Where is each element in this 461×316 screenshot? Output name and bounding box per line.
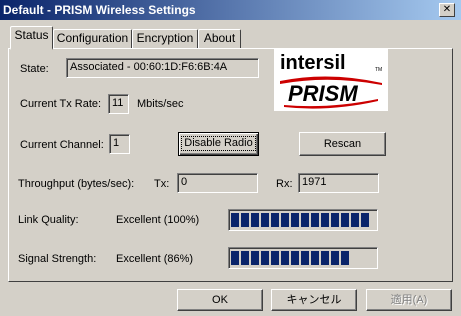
rescan-label: Rescan xyxy=(323,138,362,150)
meter-segment xyxy=(341,251,349,265)
tab-label: Status xyxy=(14,28,49,42)
meter-segment xyxy=(331,213,339,227)
meter-segment xyxy=(311,251,319,265)
meter-segment xyxy=(231,251,239,265)
meter-segment xyxy=(301,251,309,265)
meter-segment xyxy=(311,213,319,227)
signal-strength-value: Excellent (86%) xyxy=(116,253,194,265)
tab-label: Configuration xyxy=(56,31,129,45)
tab-encryption[interactable]: Encryption xyxy=(132,29,198,48)
disable-radio-button[interactable]: Disable Radio xyxy=(178,132,259,156)
meter-segment xyxy=(281,213,289,227)
cancel-button[interactable]: キャンセル xyxy=(271,289,357,311)
meter-segment xyxy=(271,213,279,227)
signal-strength-label: Signal Strength: xyxy=(18,253,97,265)
meter-segment xyxy=(321,213,329,227)
state-label: State: xyxy=(20,63,49,75)
link-quality-label: Link Quality: xyxy=(18,214,79,226)
tx-rate-field: 11 xyxy=(108,94,129,114)
meter-segment xyxy=(231,213,239,227)
close-button[interactable]: ✕ xyxy=(439,3,455,17)
rx-field: 1971 xyxy=(298,173,379,193)
tx-field: 0 xyxy=(177,173,258,193)
tab-status[interactable]: Status xyxy=(10,26,53,50)
cancel-label: キャンセル xyxy=(286,294,342,306)
meter-segment xyxy=(341,213,349,227)
logo-brand-text: intersil xyxy=(280,52,346,74)
tx-rate-label: Current Tx Rate: xyxy=(20,98,102,110)
meter-segment xyxy=(261,213,269,227)
tab-label: About xyxy=(203,31,236,45)
throughput-label: Throughput (bytes/sec): xyxy=(18,178,135,190)
tx-rate-unit: Mbits/sec xyxy=(137,98,184,110)
meter-segment xyxy=(361,213,369,227)
ok-label: OK xyxy=(212,294,228,306)
meter-segment xyxy=(241,213,249,227)
window-title: Default - PRISM Wireless Settings xyxy=(3,3,196,17)
channel-label: Current Channel: xyxy=(20,139,104,151)
channel-field: 1 xyxy=(109,134,130,154)
ok-button[interactable]: OK xyxy=(177,289,263,311)
tx-label: Tx: xyxy=(154,178,170,190)
meter-segment xyxy=(241,251,249,265)
tab-label: Encryption xyxy=(136,31,194,45)
rescan-button[interactable]: Rescan xyxy=(299,132,386,156)
signal-strength-meter xyxy=(228,247,378,269)
meter-segment xyxy=(251,213,259,227)
intersil-prism-logo: intersil TM PRISM xyxy=(274,49,388,111)
title-bar[interactable]: Default - PRISM Wireless Settings ✕ xyxy=(0,0,461,20)
meter-segment xyxy=(301,213,309,227)
meter-segment xyxy=(331,251,339,265)
meter-segment xyxy=(321,251,329,265)
disable-radio-label: Disable Radio xyxy=(181,136,256,151)
apply-label: 適用(A) xyxy=(390,294,428,306)
logo-product-text: PRISM xyxy=(288,81,358,106)
tab-configuration[interactable]: Configuration xyxy=(53,29,132,48)
state-field: Associated - 00:60:1D:F6:6B:4A xyxy=(66,58,259,78)
logo-trademark: TM xyxy=(375,67,382,73)
meter-segment xyxy=(271,251,279,265)
link-quality-meter xyxy=(228,209,378,231)
meter-segment xyxy=(291,213,299,227)
rx-label: Rx: xyxy=(276,178,293,190)
meter-segment xyxy=(251,251,259,265)
meter-segment xyxy=(291,251,299,265)
meter-segment xyxy=(351,213,359,227)
meter-segment xyxy=(261,251,269,265)
apply-button[interactable]: 適用(A) xyxy=(366,289,452,311)
tab-about[interactable]: About xyxy=(198,29,241,48)
meter-segment xyxy=(281,251,289,265)
link-quality-value: Excellent (100%) xyxy=(116,214,200,226)
close-icon: ✕ xyxy=(442,4,452,15)
